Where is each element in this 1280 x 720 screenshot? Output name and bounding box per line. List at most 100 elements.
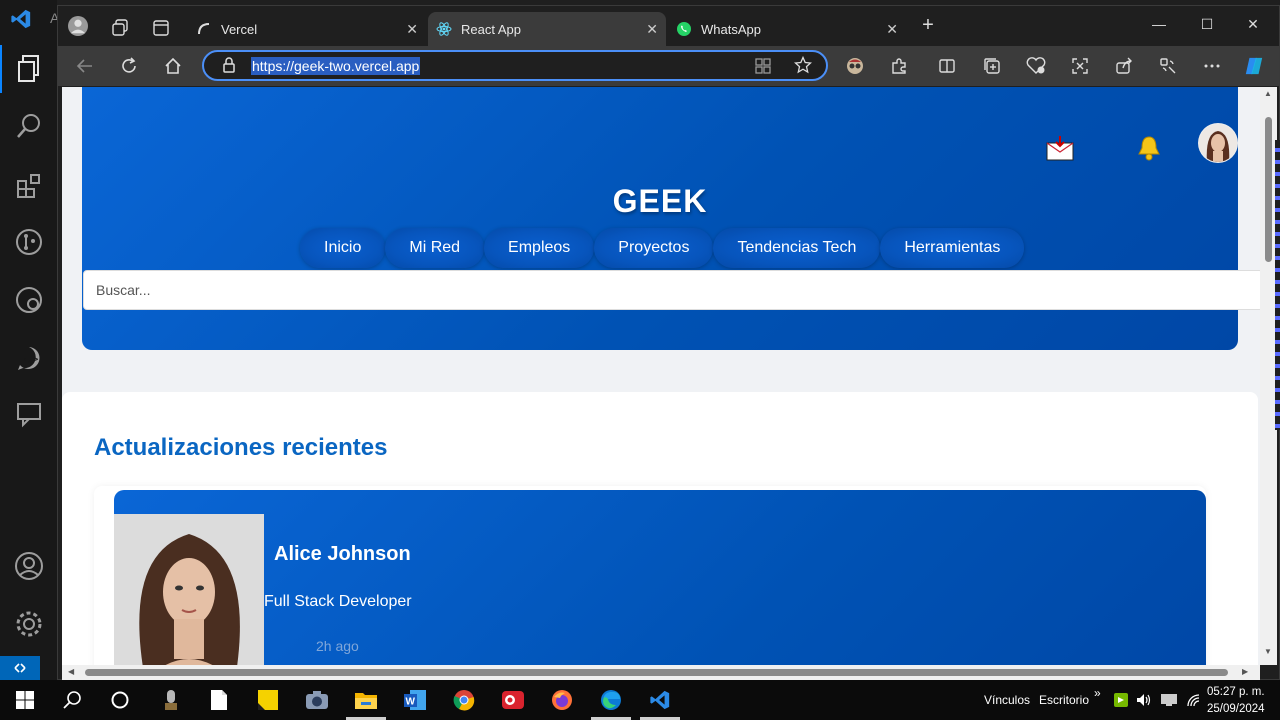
search-icon[interactable] [0, 102, 57, 150]
app-available-icon[interactable] [754, 57, 772, 80]
recent-updates-section: Actualizaciones recientes Alice Johnson … [62, 392, 1258, 665]
scroll-up-icon[interactable]: ▲ [1264, 89, 1272, 98]
svg-text:W: W [406, 697, 416, 708]
clock-date: 25/09/2024 [1207, 703, 1265, 715]
nav-herramientas[interactable]: Herramientas [880, 228, 1025, 268]
live-share-icon[interactable]: </> [0, 334, 57, 382]
volume-icon[interactable] [1136, 692, 1152, 708]
microphone-app-icon[interactable] [159, 688, 183, 712]
firefox-icon[interactable] [550, 688, 574, 712]
notepad-icon[interactable] [207, 688, 231, 712]
nav-proyectos[interactable]: Proyectos [594, 228, 714, 268]
post-card[interactable]: Alice Johnson Full Stack Developer 2h ag… [114, 490, 1206, 665]
cortana-icon[interactable] [108, 688, 132, 712]
scroll-right-icon[interactable]: ▶ [1242, 667, 1248, 676]
screenshot-icon[interactable] [1070, 56, 1090, 76]
vscode-logo-icon [11, 9, 31, 29]
sticky-notes-icon[interactable] [256, 688, 280, 712]
word-icon[interactable]: W [403, 688, 427, 712]
share-icon[interactable] [1114, 56, 1134, 76]
horizontal-scrollbar[interactable]: ◀ ▶ [62, 665, 1260, 680]
browser-essentials-icon[interactable] [1026, 56, 1046, 76]
refresh-icon[interactable] [119, 56, 139, 76]
react-icon [436, 21, 452, 37]
nvidia-tray-icon[interactable] [1113, 692, 1129, 708]
collections-icon[interactable] [982, 56, 1002, 76]
wifi-icon[interactable] [1186, 692, 1202, 708]
address-bar[interactable]: https://geek-two.vercel.app [202, 50, 828, 81]
scrollbar-thumb[interactable] [1265, 117, 1272, 262]
workspaces-icon[interactable] [110, 18, 130, 38]
taskbar-search-icon[interactable] [60, 688, 84, 712]
search-input[interactable]: Buscar... [83, 270, 1260, 310]
devtools-icon[interactable] [1158, 56, 1178, 76]
tab-title: React App [461, 21, 521, 37]
nav-inicio[interactable]: Inicio [300, 228, 386, 268]
edge-icon[interactable] [591, 688, 631, 720]
windows-start-icon[interactable] [13, 688, 37, 712]
bell-notification-icon[interactable] [1135, 134, 1163, 167]
nav-empleos[interactable]: Empleos [484, 228, 595, 268]
file-explorer-icon[interactable] [346, 688, 386, 720]
window-edge-strip [1275, 140, 1280, 430]
back-arrow-icon[interactable] [75, 56, 95, 76]
close-tab-icon[interactable]: ✕ [406, 21, 418, 38]
display-tray-icon[interactable] [1160, 692, 1178, 708]
maximize-button[interactable]: ☐ [1192, 16, 1222, 33]
extensions-puzzle-icon[interactable] [889, 56, 909, 76]
inbox-icon[interactable] [1045, 135, 1075, 168]
app-recorder-icon[interactable] [501, 688, 525, 712]
tab-vercel[interactable]: Vercel ✕ [188, 12, 426, 46]
close-tab-icon[interactable]: ✕ [886, 21, 898, 38]
accounts-icon[interactable] [0, 542, 57, 590]
explorer-icon[interactable] [0, 45, 57, 93]
chrome-icon[interactable] [452, 688, 476, 712]
extensions-icon[interactable] [0, 162, 57, 210]
tab-whatsapp[interactable]: WhatsApp ✕ [668, 12, 906, 46]
minimize-button[interactable]: — [1144, 16, 1174, 32]
split-screen-icon[interactable] [937, 56, 957, 76]
desktop-toolbar-label[interactable]: Escritorio [1039, 693, 1089, 707]
extension-avatar-icon[interactable] [845, 56, 865, 76]
browser-toolbar: https://geek-two.vercel.app [58, 46, 1279, 86]
scrollbar-thumb[interactable] [85, 669, 1228, 676]
copilot-icon[interactable] [1244, 56, 1264, 76]
tab-react-app[interactable]: React App ✕ [428, 12, 666, 46]
close-tab-icon[interactable]: ✕ [646, 21, 658, 38]
camera-icon[interactable] [305, 688, 329, 712]
scroll-down-icon[interactable]: ▼ [1264, 647, 1272, 656]
profile-avatar-icon[interactable] [68, 16, 88, 36]
tab-title: WhatsApp [701, 21, 761, 37]
section-title: Actualizaciones recientes [94, 434, 388, 461]
url-text[interactable]: https://geek-two.vercel.app [251, 57, 421, 75]
nav-tendencias-tech[interactable]: Tendencias Tech [713, 228, 881, 268]
more-options-icon[interactable] [1202, 56, 1222, 76]
site-header: GEEK Inicio Mi Red Empleos Proyectos Ten… [82, 87, 1260, 350]
page-viewport: GEEK Inicio Mi Red Empleos Proyectos Ten… [62, 87, 1260, 665]
settings-gear-icon[interactable] [0, 600, 57, 648]
comments-icon[interactable] [0, 390, 57, 438]
run-debug-icon[interactable] [0, 276, 57, 324]
vscode-activity-bar: A </> [0, 0, 59, 680]
links-toolbar-label[interactable]: Vínculos [984, 693, 1030, 707]
lock-icon[interactable] [222, 57, 236, 78]
home-icon[interactable] [163, 56, 183, 76]
new-tab-button[interactable]: + [913, 14, 943, 37]
nav-mi-red[interactable]: Mi Red [385, 228, 485, 268]
post-timestamp: 2h ago [316, 638, 359, 654]
system-clock[interactable]: 05:27 p. m. 25/09/2024 [1207, 684, 1265, 718]
svg-text:</>: </> [22, 355, 39, 365]
post-author-name[interactable]: Alice Johnson [274, 543, 411, 566]
favorite-star-icon[interactable] [793, 55, 813, 79]
source-control-icon[interactable] [0, 218, 57, 266]
post-card-wrapper: Alice Johnson Full Stack Developer 2h ag… [94, 486, 1206, 665]
user-avatar[interactable] [1198, 123, 1238, 168]
close-window-button[interactable]: ✕ [1238, 16, 1268, 33]
remote-indicator-icon[interactable] [0, 656, 40, 680]
tab-actions-icon[interactable] [151, 18, 171, 38]
scroll-left-icon[interactable]: ◀ [68, 667, 74, 676]
vscode-taskbar-icon[interactable] [640, 688, 680, 720]
chevron-right-icon[interactable]: » [1094, 686, 1101, 700]
tab-strip: Vercel ✕ React App ✕ WhatsApp ✕ + — ☐ ✕ [58, 6, 1279, 46]
post-author-role: Full Stack Developer [264, 593, 412, 610]
